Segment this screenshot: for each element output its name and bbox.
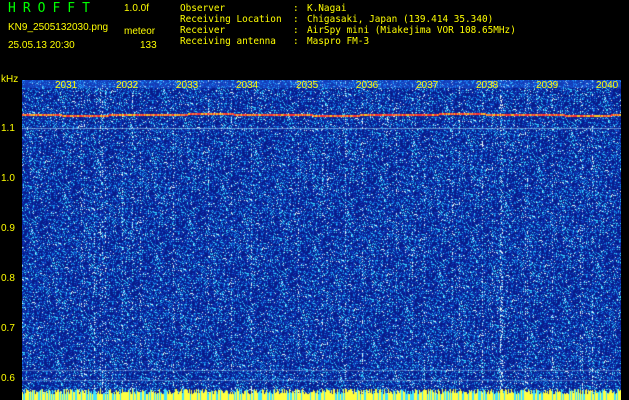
- info-key: Receiving Location: [180, 14, 282, 25]
- info-row-location: Receiving Location : Chigasaki, Japan (1…: [180, 14, 516, 25]
- x-tick-label: 2032: [116, 80, 139, 91]
- y-tick-label: 1.1: [1, 123, 15, 134]
- info-row-antenna: Receiving antenna : Maspro FM-3: [180, 36, 516, 47]
- spectrogram-plot: [22, 80, 621, 400]
- info-value: AirSpy mini (Miakejima VOR 108.65MHz): [307, 25, 516, 36]
- y-axis-unit: kHz: [1, 74, 19, 85]
- info-row-receiver: Receiver : AirSpy mini (Miakejima VOR 10…: [180, 25, 516, 36]
- version-label: 1.0.0f: [124, 3, 150, 14]
- info-value: Chigasaki, Japan (139.414 35.340): [307, 14, 494, 25]
- info-key: Receiving antenna: [180, 36, 276, 47]
- filename-label: KN9_2505132030.png: [8, 22, 109, 33]
- x-tick-label: 2039: [536, 80, 559, 91]
- x-tick-label: 2038: [476, 80, 499, 91]
- info-value: K.Nagai: [307, 3, 347, 14]
- info-separator: :: [293, 3, 299, 14]
- mode-label: meteor: [124, 26, 156, 37]
- info-row-observer: Observer : K.Nagai: [180, 3, 516, 14]
- x-tick-label: 2040: [596, 80, 619, 91]
- info-separator: :: [293, 25, 299, 36]
- x-tick-label: 2033: [176, 80, 199, 91]
- y-tick-label: 0.8: [1, 273, 15, 284]
- station-info: Observer : K.Nagai Receiving Location : …: [180, 3, 516, 47]
- info-value: Maspro FM-3: [307, 36, 370, 47]
- y-tick-label: 1.0: [1, 173, 15, 184]
- info-key: Observer: [180, 3, 226, 14]
- info-key: Receiver: [180, 25, 226, 36]
- header-panel: HROFFT 1.0.0f KN9_2505132030.png meteor …: [0, 0, 629, 78]
- y-tick-label: 0.7: [1, 323, 15, 334]
- y-tick-label: 0.9: [1, 223, 15, 234]
- x-tick-label: 2036: [356, 80, 379, 91]
- x-tick-label: 2034: [236, 80, 259, 91]
- info-separator: :: [293, 36, 299, 47]
- app-name: HROFFT: [8, 1, 97, 16]
- x-tick-label: 2031: [55, 80, 78, 91]
- count-label: 133: [140, 40, 157, 51]
- datetime-label: 25.05.13 20:30: [8, 40, 75, 51]
- x-tick-label: 2037: [416, 80, 439, 91]
- info-separator: :: [293, 14, 299, 25]
- spectrogram-canvas: [22, 80, 621, 400]
- y-tick-label: 0.6: [1, 373, 15, 384]
- x-tick-label: 2035: [296, 80, 319, 91]
